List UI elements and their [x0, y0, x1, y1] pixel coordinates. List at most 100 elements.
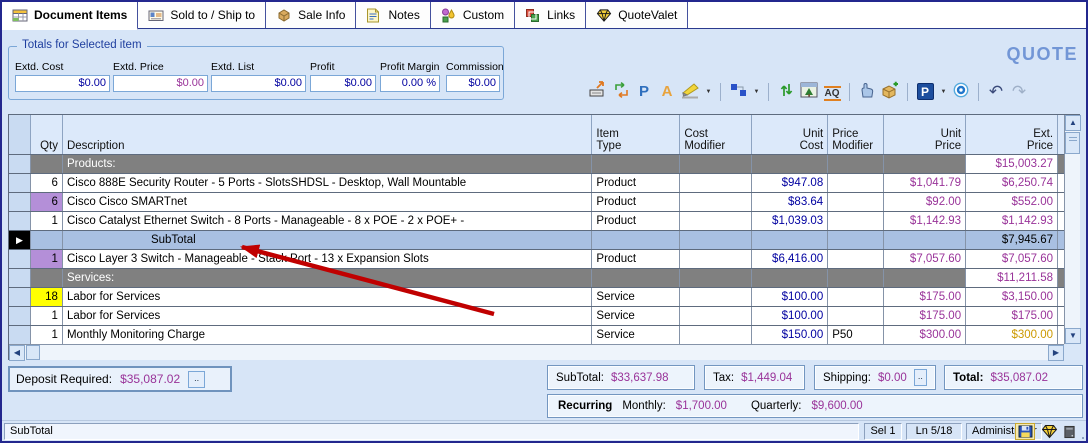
column-header-ext-price[interactable]: Ext. Price [966, 115, 1058, 154]
cell-ext-price[interactable]: $300.00 [966, 326, 1058, 344]
ring-button[interactable] [951, 81, 971, 103]
cell-qty[interactable]: 6 [31, 193, 63, 211]
cell-unit-price[interactable]: $7,057.60 [884, 250, 966, 268]
cell-qty[interactable] [31, 231, 63, 249]
cell-cost-modifier[interactable] [680, 155, 752, 173]
cell-unit-price[interactable]: $300.00 [884, 326, 966, 344]
tab-document-items[interactable]: Document Items [2, 2, 138, 30]
column-header-unit-cost[interactable]: Unit Cost [752, 115, 828, 154]
cell-ext-price[interactable]: $7,945.67 [966, 231, 1058, 249]
cell-unit-cost[interactable]: $83.64 [752, 193, 828, 211]
cell-unit-price[interactable] [884, 269, 966, 287]
price-modifier-button[interactable]: P [634, 81, 654, 103]
cell-ext-price[interactable]: $15,003.27 [966, 155, 1058, 173]
row-indicator[interactable] [9, 174, 31, 192]
cell-description[interactable]: Products: [63, 155, 592, 173]
cell-item-type[interactable]: Product [592, 250, 680, 268]
cell-description[interactable]: Services: [63, 269, 592, 287]
cell-item-type[interactable]: Service [592, 288, 680, 306]
field-value[interactable]: $0.00 [446, 75, 500, 92]
scroll-up-button[interactable]: ▲ [1065, 115, 1081, 131]
tab-quotevalet[interactable]: QuoteValet [586, 2, 688, 28]
cell-cost-modifier[interactable] [680, 326, 752, 344]
cell-ext-price[interactable]: $1,142.93 [966, 212, 1058, 230]
cell-cost-modifier[interactable] [680, 269, 752, 287]
cell-price-modifier[interactable] [828, 269, 884, 287]
row-indicator[interactable] [9, 193, 31, 211]
cell-description[interactable]: Cisco 888E Security Router - 5 Ports - S… [63, 174, 592, 192]
link-items-button[interactable] [728, 81, 748, 103]
cell-price-modifier[interactable] [828, 288, 884, 306]
cell-cost-modifier[interactable] [680, 231, 752, 249]
row-indicator[interactable] [9, 212, 31, 230]
cell-price-modifier[interactable] [828, 231, 884, 249]
cell-unit-cost[interactable] [752, 231, 828, 249]
cell-item-type[interactable] [592, 155, 680, 173]
cell-description[interactable]: Cisco Cisco SMARTnet [63, 193, 592, 211]
selected-row-indicator-icon[interactable]: ▶ [9, 231, 31, 249]
cell-unit-cost[interactable] [752, 269, 828, 287]
cell-price-modifier[interactable] [828, 250, 884, 268]
horizontal-scroll-thumb[interactable] [26, 345, 40, 360]
row-indicator[interactable] [9, 288, 31, 306]
horizontal-scrollbar[interactable]: ◀ ▶ [9, 344, 1064, 360]
cell-price-modifier[interactable] [828, 307, 884, 325]
dropdown-arrow-icon[interactable]: ▼ [703, 81, 713, 103]
cell-qty[interactable]: 18 [31, 288, 63, 306]
cell-item-type[interactable] [592, 231, 680, 249]
scroll-left-button[interactable]: ◀ [9, 345, 25, 361]
cell-qty[interactable]: 1 [31, 307, 63, 325]
cell-qty[interactable]: 6 [31, 174, 63, 192]
table-row[interactable]: 18Labor for ServicesService$100.00$175.0… [9, 288, 1064, 307]
shipping-more-button[interactable]: .. [914, 369, 927, 386]
cell-unit-cost[interactable]: $100.00 [752, 288, 828, 306]
cell-description[interactable]: Cisco Layer 3 Switch - Manageable - Stac… [63, 250, 592, 268]
cell-item-type[interactable]: Service [592, 326, 680, 344]
aq-button[interactable]: AQ [822, 81, 842, 103]
row-indicator[interactable] [9, 155, 31, 173]
field-value[interactable]: $0.00 [211, 75, 306, 92]
column-header-qty[interactable]: Qty [31, 115, 63, 154]
column-header-item-type[interactable]: Item Type [592, 115, 680, 154]
group-row[interactable]: Services: $11,211.58 [9, 269, 1064, 288]
table-row[interactable]: 6Cisco Cisco SMARTnetProduct$83.64$92.00… [9, 193, 1064, 212]
cell-unit-price[interactable]: $175.00 [884, 307, 966, 325]
vertical-scroll-thumb[interactable] [1065, 132, 1080, 154]
cell-unit-cost[interactable]: $1,039.03 [752, 212, 828, 230]
column-header-unit-price[interactable]: Unit Price [884, 115, 966, 154]
vertical-scrollbar[interactable]: ▲ ▼ [1064, 115, 1080, 344]
cell-qty[interactable]: 1 [31, 250, 63, 268]
table-row[interactable]: 6Cisco 888E Security Router - 5 Ports - … [9, 174, 1064, 193]
cell-description[interactable]: SubTotal [63, 231, 593, 249]
cell-ext-price[interactable]: $552.00 [966, 193, 1058, 211]
cell-ext-price[interactable]: $11,211.58 [966, 269, 1058, 287]
dropdown-arrow-icon[interactable]: ▼ [751, 81, 761, 103]
cell-qty[interactable]: 1 [31, 326, 63, 344]
subtotal-row[interactable]: ▶ SubTotal $7,945.67 [9, 231, 1064, 250]
field-value[interactable]: $0.00 [113, 75, 208, 92]
redo-button[interactable]: ↷ [1009, 81, 1029, 103]
cell-description[interactable]: Labor for Services [63, 288, 592, 306]
dropdown-arrow-icon[interactable]: ▼ [938, 81, 948, 103]
row-indicator[interactable] [9, 307, 31, 325]
cell-cost-modifier[interactable] [680, 193, 752, 211]
cell-cost-modifier[interactable] [680, 307, 752, 325]
field-value[interactable]: $0.00 [15, 75, 110, 92]
table-row[interactable]: 1Cisco Catalyst Ethernet Switch - 8 Port… [9, 212, 1064, 231]
attributes-button[interactable]: A [657, 81, 677, 103]
cell-unit-cost[interactable]: $947.08 [752, 174, 828, 192]
scroll-down-button[interactable]: ▼ [1065, 328, 1081, 344]
cell-ext-price[interactable]: $6,250.74 [966, 174, 1058, 192]
tab-custom[interactable]: Custom [431, 2, 515, 28]
deposit-more-button[interactable]: .. [188, 371, 205, 388]
tab-sale-info[interactable]: Sale Info [266, 2, 356, 28]
cell-cost-modifier[interactable] [680, 212, 752, 230]
save-icon[interactable] [1015, 423, 1035, 440]
tab-sold-to-ship-to[interactable]: Sold to / Ship to [138, 2, 266, 28]
cell-unit-price[interactable]: $1,041.79 [884, 174, 966, 192]
cell-price-modifier[interactable] [828, 174, 884, 192]
cell-description[interactable]: Labor for Services [63, 307, 592, 325]
cell-unit-price[interactable]: $92.00 [884, 193, 966, 211]
recalc-button[interactable] [588, 81, 608, 103]
cell-cost-modifier[interactable] [680, 174, 752, 192]
